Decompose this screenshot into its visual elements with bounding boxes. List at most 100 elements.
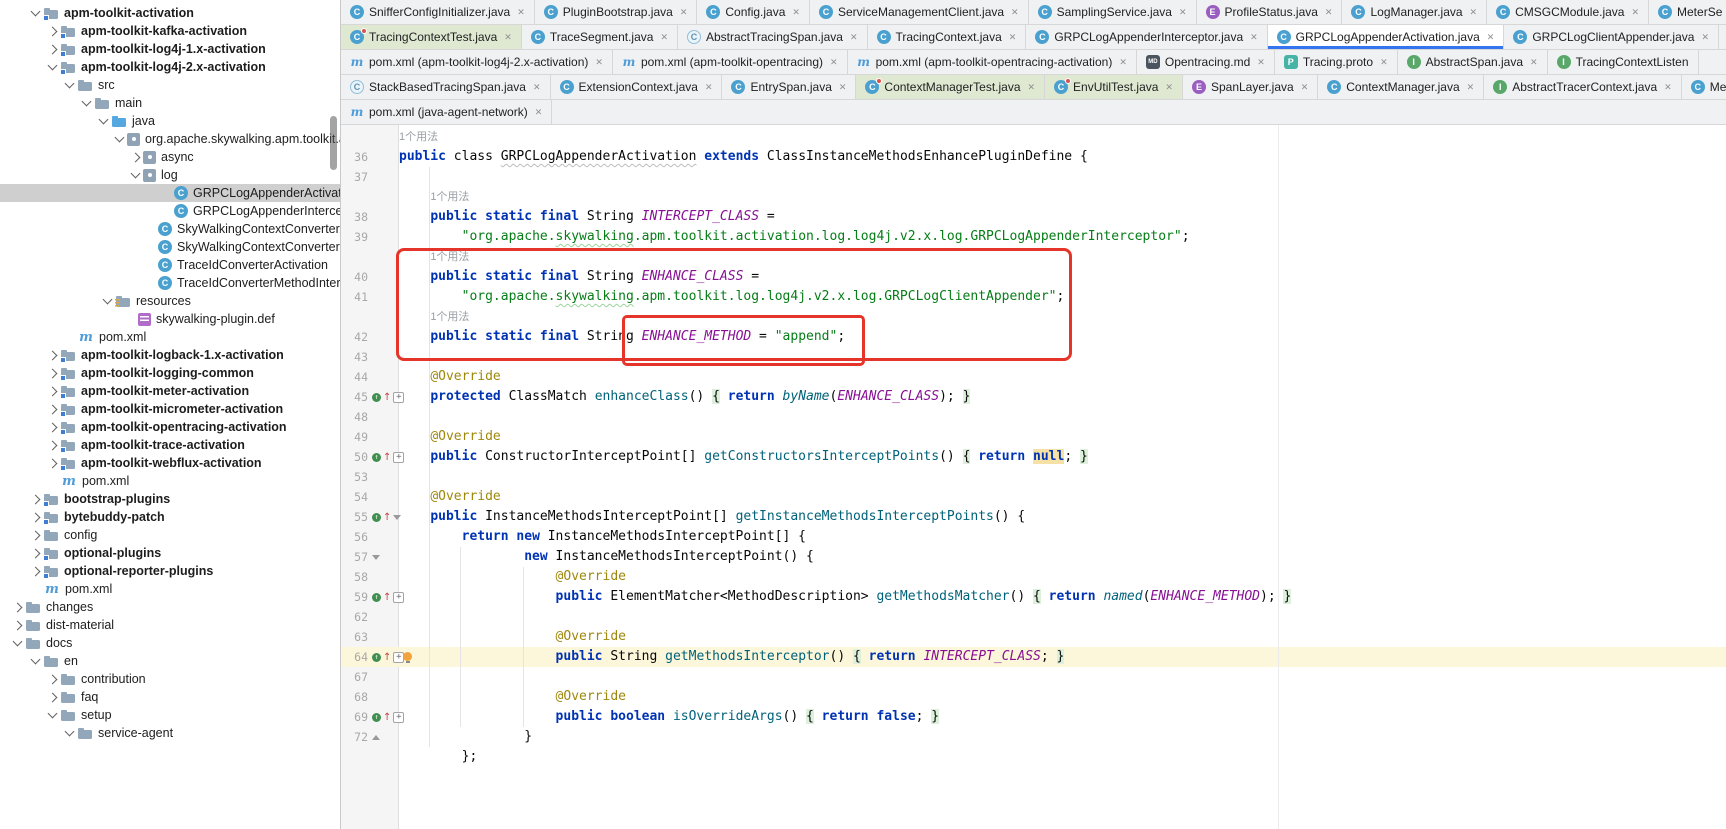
chevron-right-icon[interactable] xyxy=(48,368,58,378)
tree-item[interactable]: src xyxy=(0,76,340,94)
intention-bulb-icon[interactable] xyxy=(403,652,412,661)
tab-close-icon[interactable]: ✕ xyxy=(1011,7,1019,18)
chevron-down-icon[interactable] xyxy=(31,7,41,17)
tree-item[interactable]: bootstrap-plugins xyxy=(0,490,340,508)
tree-item[interactable]: async xyxy=(0,148,340,166)
chevron-down-icon[interactable] xyxy=(115,133,125,143)
editor-tab[interactable]: CTracingContextTest.java✕ xyxy=(341,25,522,49)
override-method-icon[interactable]: ↑ xyxy=(372,653,381,662)
code-line[interactable]: 49 @Override xyxy=(341,427,1726,447)
tree-item[interactable]: CTraceIdConverterMethodIntercep xyxy=(0,274,340,292)
chevron-down-icon[interactable] xyxy=(82,97,92,107)
chevron-right-icon[interactable] xyxy=(48,440,58,450)
tree-item[interactable]: apm-toolkit-activation xyxy=(0,4,340,22)
fold-open-icon[interactable] xyxy=(372,555,380,560)
code-line[interactable]: 45↑↑+ protected ClassMatch enhanceClass(… xyxy=(341,387,1726,407)
tab-close-icon[interactable]: ✕ xyxy=(504,32,512,43)
code-line[interactable]: 56 return new InstanceMethodsInterceptPo… xyxy=(341,527,1726,547)
editor-tab[interactable]: PTracing.proto✕ xyxy=(1275,50,1398,74)
tab-close-icon[interactable]: ✕ xyxy=(1301,82,1309,93)
editor-tab[interactable]: CContextManagerTest.java✕ xyxy=(856,75,1045,99)
tab-close-icon[interactable]: ✕ xyxy=(830,57,838,68)
override-method-icon[interactable]: ↑ xyxy=(372,453,381,462)
tree-item[interactable]: apm-toolkit-kafka-activation xyxy=(0,22,340,40)
code-line[interactable]: 55↑↑ public InstanceMethodsInterceptPoin… xyxy=(341,507,1726,527)
editor-tab[interactable]: CMeterSe xyxy=(1649,0,1726,24)
tab-close-icon[interactable]: ✕ xyxy=(1028,82,1036,93)
tab-close-icon[interactable]: ✕ xyxy=(792,7,800,18)
code-line[interactable]: 44 @Override xyxy=(341,367,1726,387)
tab-close-icon[interactable]: ✕ xyxy=(1467,82,1475,93)
chevron-right-icon[interactable] xyxy=(48,458,58,468)
tree-item[interactable]: apm-toolkit-trace-activation xyxy=(0,436,340,454)
tab-close-icon[interactable]: ✕ xyxy=(680,7,688,18)
tree-item[interactable]: resources xyxy=(0,292,340,310)
editor-tab[interactable]: mpom.xml (apm-toolkit-log4j-2.x-activati… xyxy=(341,50,613,74)
tree-item[interactable]: apm-toolkit-log4j-2.x-activation xyxy=(0,58,340,76)
override-method-icon[interactable]: ↑ xyxy=(372,393,381,402)
chevron-right-icon[interactable] xyxy=(48,674,58,684)
editor-tab[interactable]: mpom.xml (apm-toolkit-opentracing-activa… xyxy=(848,50,1137,74)
editor-tab[interactable]: CGRPCLogAppenderActivation.java✕ xyxy=(1268,25,1505,49)
tab-close-icon[interactable]: ✕ xyxy=(1470,7,1478,18)
chevron-down-icon[interactable] xyxy=(103,295,113,305)
tab-close-icon[interactable]: ✕ xyxy=(1009,32,1017,43)
tree-item[interactable]: CTraceIdConverterActivation xyxy=(0,256,340,274)
code-line[interactable]: 53 xyxy=(341,467,1726,487)
tab-close-icon[interactable]: ✕ xyxy=(535,107,543,118)
code-line[interactable]: 57 new InstanceMethodsInterceptPoint() { xyxy=(341,547,1726,567)
tree-item[interactable]: dist-material xyxy=(0,616,340,634)
code-line[interactable]: 58 @Override xyxy=(341,567,1726,587)
fold-end-icon[interactable] xyxy=(372,735,380,740)
editor-tab[interactable]: ITracingContextListen xyxy=(1548,50,1699,74)
editor-tab[interactable]: EProfileStatus.java✕ xyxy=(1197,0,1343,24)
editor-tab[interactable]: CStackBasedTracingSpan.java✕ xyxy=(341,75,551,99)
tree-item[interactable]: bytebuddy-patch xyxy=(0,508,340,526)
tree-item[interactable]: org.apache.skywalking.apm.toolkit.ac xyxy=(0,130,340,148)
tree-item[interactable]: apm-toolkit-opentracing-activation xyxy=(0,418,340,436)
tab-close-icon[interactable]: ✕ xyxy=(533,82,541,93)
code-line[interactable]: 62 xyxy=(341,607,1726,627)
tree-item[interactable]: CSkyWalkingContextConverterActi xyxy=(0,220,340,238)
chevron-right-icon[interactable] xyxy=(48,692,58,702)
chevron-down-icon[interactable] xyxy=(48,709,58,719)
tree-item[interactable]: CGRPCLogAppenderInterceptor xyxy=(0,202,340,220)
tab-close-icon[interactable]: ✕ xyxy=(1701,32,1709,43)
inlay-line[interactable]: 1个用法 xyxy=(341,127,1726,147)
chevron-right-icon[interactable] xyxy=(48,404,58,414)
tree-item[interactable]: CSkyWalkingContextConverterMet xyxy=(0,238,340,256)
tab-close-icon[interactable]: ✕ xyxy=(595,57,603,68)
tab-close-icon[interactable]: ✕ xyxy=(850,32,858,43)
editor-tab[interactable]: CGRPCLogAppenderInterceptor.java✕ xyxy=(1026,25,1267,49)
code-line[interactable]: 48 xyxy=(341,407,1726,427)
code-line[interactable]: 50↑↑+ public ConstructorInterceptPoint[]… xyxy=(341,447,1726,467)
chevron-right-icon[interactable] xyxy=(31,530,41,540)
editor-tab[interactable]: CAbstractTracingSpan.java✕ xyxy=(678,25,868,49)
code-line[interactable]: 69↑↑+ public boolean isOverrideArgs() { … xyxy=(341,707,1726,727)
code-line[interactable]: 59↑↑+ public ElementMatcher<MethodDescri… xyxy=(341,587,1726,607)
chevron-right-icon[interactable] xyxy=(131,152,141,162)
editor-tab[interactable]: CLogManager.java✕ xyxy=(1342,0,1487,24)
usage-count-inlay[interactable]: 1个用法 xyxy=(430,191,469,203)
editor-tab[interactable]: CEntrySpan.java✕ xyxy=(722,75,856,99)
tree-item[interactable]: apm-toolkit-log4j-1.x-activation xyxy=(0,40,340,58)
editor-tab[interactable]: IAbstractTracerContext.java✕ xyxy=(1484,75,1682,99)
tree-item[interactable]: mpom.xml xyxy=(0,472,340,490)
chevron-right-icon[interactable] xyxy=(31,566,41,576)
tree-item[interactable]: mpom.xml xyxy=(0,580,340,598)
tree-item[interactable]: optional-plugins xyxy=(0,544,340,562)
chevron-right-icon[interactable] xyxy=(48,44,58,54)
editor-tab[interactable]: mpom.xml (java-agent-network)✕ xyxy=(341,100,552,124)
tree-item[interactable]: docs xyxy=(0,634,340,652)
chevron-right-icon[interactable] xyxy=(31,494,41,504)
usage-count-inlay[interactable]: 1个用法 xyxy=(399,131,438,143)
chevron-down-icon[interactable] xyxy=(131,169,141,179)
editor-tab[interactable]: CMe xyxy=(1682,75,1726,99)
tree-item[interactable]: faq xyxy=(0,688,340,706)
code-line[interactable]: }; xyxy=(341,747,1726,767)
tree-item[interactable]: mpom.xml xyxy=(0,328,340,346)
tree-item[interactable]: log xyxy=(0,166,340,184)
chevron-right-icon[interactable] xyxy=(13,602,23,612)
editor-tab[interactable]: CExtensionContext.java✕ xyxy=(551,75,723,99)
tab-close-icon[interactable]: ✕ xyxy=(1257,57,1265,68)
